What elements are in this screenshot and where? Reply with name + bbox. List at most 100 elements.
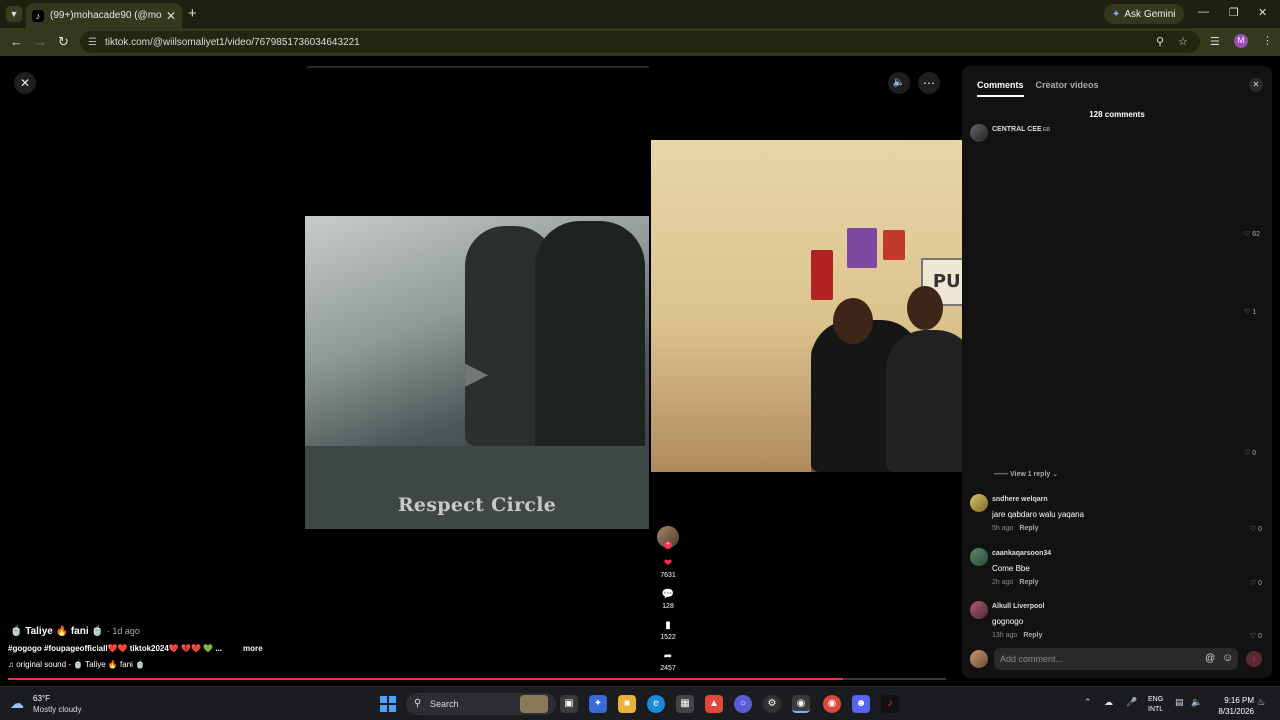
view-replies-button[interactable]: —— View 1 reply ⌄	[994, 470, 1058, 478]
save-button[interactable]: ▮ 1522	[656, 620, 680, 641]
like-count-text: 1	[1252, 309, 1257, 316]
tray-overflow-icon[interactable]: ⌃	[1084, 697, 1092, 708]
widgets-icon[interactable]	[520, 695, 548, 713]
comment-button[interactable]: 💬 128	[656, 589, 680, 610]
comment-username[interactable]: Alkull Liverpool	[992, 603, 1045, 610]
window-close-icon[interactable]: ✕	[1258, 6, 1267, 19]
file-explorer-icon[interactable]: ■	[618, 695, 636, 713]
current-user-avatar[interactable]	[970, 650, 988, 668]
profile-avatar[interactable]: M	[1234, 34, 1248, 48]
avatar[interactable]	[970, 494, 988, 512]
video-progress-bar[interactable]	[8, 678, 946, 680]
chrome-profile-icon[interactable]: ◉	[823, 695, 841, 713]
browser-tab[interactable]: ♪ (99+)mohacade90 (@mohacli… ✕	[26, 3, 182, 28]
comment-text: Come Bbe	[992, 564, 1030, 573]
bookmark-star-icon[interactable]: ☆	[1178, 35, 1188, 48]
mention-icon[interactable]: @	[1205, 653, 1215, 664]
app-icon[interactable]: ⚙	[763, 695, 781, 713]
reading-list-icon[interactable]: ☰	[1210, 35, 1220, 48]
comment-like-count[interactable]: ♡ 0	[1250, 579, 1262, 587]
caption-username[interactable]: 🍵 Taliye 🔥 fani 🍵 · 1d ago	[10, 626, 140, 637]
add-comment-input[interactable]: Add comment...	[994, 648, 1238, 670]
comment-like-count[interactable]: ♡ 0	[1250, 525, 1262, 533]
original-sound-link[interactable]: ♫ original sound - 🍵 Taliye 🔥 fani 🍵	[8, 660, 145, 669]
video-player[interactable]: ▶ Respect Circle	[305, 216, 649, 529]
comment-meta: 5h ago Reply	[992, 525, 1038, 532]
onedrive-icon[interactable]: ☁	[1104, 697, 1113, 708]
app-icon[interactable]: ○	[734, 695, 752, 713]
share-button[interactable]: ➦ 2457	[656, 651, 680, 672]
reply-button[interactable]: Reply	[1019, 525, 1038, 532]
forward-arrow-icon[interactable]: →	[34, 34, 47, 49]
weather-cloud-icon[interactable]: ☁	[10, 695, 24, 712]
volume-icon[interactable]: 🔈	[888, 72, 910, 94]
comment-username[interactable]: CENTRAL CEEGB	[992, 126, 1050, 133]
avatar[interactable]	[970, 124, 988, 142]
tab-comments[interactable]: Comments	[977, 80, 1024, 97]
comment-username[interactable]: sndhere welqarn	[992, 496, 1048, 503]
weather-description[interactable]: Mostly cloudy	[33, 705, 81, 714]
browser-menu-icon[interactable]: ⋮	[1262, 34, 1273, 47]
copilot-icon[interactable]: ✦	[589, 695, 607, 713]
discord-icon[interactable]: ☻	[852, 695, 870, 713]
restore-icon[interactable]: ❐	[1229, 6, 1239, 19]
edge-icon[interactable]: e	[647, 695, 665, 713]
post-comment-icon[interactable]: ↑	[1246, 651, 1262, 667]
comment-text: gognogo	[992, 617, 1024, 626]
windows-start-icon[interactable]	[380, 696, 396, 712]
back-arrow-icon[interactable]: ←	[10, 34, 23, 49]
url-bar[interactable]: ☰ tiktok.com/@wiilsomaliyet1/video/76798…	[80, 31, 1200, 53]
new-tab-button[interactable]: +	[188, 5, 197, 22]
microphone-icon[interactable]: 🎤	[1126, 697, 1137, 708]
more-options-icon[interactable]: ⋯	[918, 72, 940, 94]
comment-username[interactable]: caankaqarsoon34	[992, 550, 1051, 557]
comment-time: 13h ago	[992, 632, 1018, 639]
clock-time: 9:16 PM	[1224, 696, 1254, 705]
ask-gemini-button[interactable]: ✦ Ask Gemini	[1104, 4, 1184, 24]
panel-close-icon[interactable]: ✕	[1249, 78, 1263, 92]
avatar[interactable]	[970, 548, 988, 566]
follow-plus-icon[interactable]: +	[664, 541, 672, 549]
caption-more-button[interactable]: more	[243, 644, 263, 653]
caption-hashtags[interactable]: #gogogo #foupageofficiall❤️❤️ tiktok2024…	[8, 644, 222, 653]
comments-panel: Comments Creator videos ✕ 128 comments C…	[962, 66, 1272, 678]
browser-tab-bar: ▼ ♪ (99+)mohacade90 (@mohacli… ✕ + ✦ Ask…	[0, 0, 1280, 28]
notification-bell-icon[interactable]: ♨	[1257, 697, 1265, 708]
creator-avatar[interactable]: +	[657, 526, 679, 549]
system-clock[interactable]: 9:16 PM 8/31/2026	[1210, 695, 1254, 717]
like-count-text: 0	[1258, 580, 1262, 587]
reply-button[interactable]: Reply	[1019, 579, 1038, 586]
close-video-icon[interactable]: ✕	[14, 72, 36, 94]
reload-icon[interactable]: ↻	[58, 34, 69, 50]
avatar[interactable]	[970, 601, 988, 619]
reply-button[interactable]: Reply	[1023, 632, 1042, 639]
emoji-icon[interactable]: ☺	[1222, 652, 1233, 664]
like-button[interactable]: ❤ 7631	[656, 558, 680, 579]
caption-user-name[interactable]: 🍵 Taliye 🔥 fani 🍵	[10, 626, 104, 637]
comment-like-count[interactable]: ♡ 0	[1250, 632, 1262, 640]
volume-tray-icon[interactable]: 🔈	[1191, 697, 1202, 708]
network-icon[interactable]: ▤	[1175, 697, 1184, 708]
comment-like-count[interactable]: ♡ 0	[1244, 449, 1256, 457]
tab-search-icon[interactable]: ▼	[6, 6, 22, 22]
comment-username-text: CENTRAL CEE	[992, 126, 1042, 133]
brave-icon[interactable]: ▲	[705, 695, 723, 713]
comment-like-count[interactable]: ♡ 62	[1244, 230, 1260, 238]
comment-like-count[interactable]: ♡ 1	[1244, 308, 1256, 316]
heart-icon: ❤	[663, 558, 673, 569]
weather-temperature[interactable]: 63°F	[33, 694, 50, 703]
zoom-icon[interactable]: ⚲	[1156, 35, 1164, 48]
store-icon[interactable]: ▦	[676, 695, 694, 713]
task-view-icon[interactable]: ▣	[560, 695, 578, 713]
site-info-icon[interactable]: ☰	[88, 37, 97, 48]
tab-close-icon[interactable]: ✕	[166, 9, 176, 23]
save-count: 1522	[660, 634, 676, 641]
tab-title: (99+)mohacade90 (@mohacli…	[50, 10, 162, 21]
tab-creator-videos[interactable]: Creator videos	[1036, 80, 1099, 97]
share-icon: ➦	[663, 651, 673, 662]
minimize-icon[interactable]: —	[1198, 6, 1209, 18]
language-indicator[interactable]: ENG INTL	[1148, 695, 1163, 715]
caption-age: · 1d ago	[106, 626, 140, 636]
chrome-icon[interactable]: ◉	[792, 695, 810, 713]
tiktok-icon[interactable]: ♪	[881, 695, 899, 713]
